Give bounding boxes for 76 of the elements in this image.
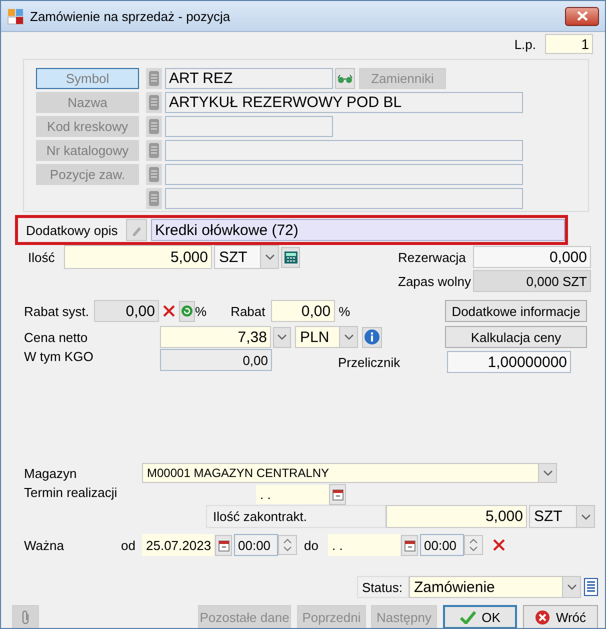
delete-icon[interactable] — [162, 304, 176, 318]
converter-field: 1,00000000 — [447, 351, 571, 373]
field-label: Termin realizacji — [24, 485, 118, 500]
chevron-down-icon[interactable] — [264, 254, 274, 260]
field-label: Ważna — [24, 538, 65, 552]
close-button[interactable] — [565, 6, 599, 26]
percent-sign: % — [195, 304, 207, 318]
date-field[interactable]: 25.07.2023 — [142, 534, 214, 556]
text-field[interactable]: ARTYKUŁ REZERWOWY POD BL — [165, 92, 523, 113]
field-label: Przelicznik — [338, 355, 402, 372]
contracted-quantity-field[interactable]: 5,000 — [386, 505, 527, 528]
chevron-down-icon[interactable] — [542, 470, 552, 476]
chevron-down-icon[interactable] — [566, 584, 576, 590]
refresh-icon[interactable] — [181, 305, 193, 317]
discount-field[interactable]: 0,00 — [270, 300, 335, 322]
field-label: Rabat — [230, 304, 266, 318]
kgo-field: 0,00 — [160, 349, 272, 371]
time-field[interactable]: 00:00 — [234, 534, 278, 556]
warehouse-dropdown[interactable]: M00001 MAGAZYN CENTRALNY — [142, 463, 557, 483]
field-label: Ilość — [28, 250, 56, 264]
text-field[interactable] — [165, 188, 523, 209]
info-icon[interactable] — [364, 329, 380, 345]
ok-button[interactable]: OK — [443, 605, 517, 628]
chevron-down-icon[interactable] — [580, 514, 590, 520]
window-title: Zamówienie na sprzedaż - pozycja — [30, 8, 230, 24]
field-label: Zapas wolny — [398, 274, 472, 288]
field-label: L.p. — [514, 36, 536, 52]
text-field[interactable] — [165, 140, 523, 161]
additional-info-button[interactable]: Dodatkowe informacje — [445, 300, 587, 322]
field-label: Status: — [357, 576, 409, 598]
price-calculation-button[interactable]: Kalkulacja ceny — [445, 326, 587, 348]
delete-icon[interactable] — [492, 538, 506, 552]
net-price-field[interactable]: 7,38 — [160, 326, 271, 348]
field-label: Cena netto — [24, 330, 89, 344]
close-icon — [576, 11, 588, 21]
calculator-icon[interactable] — [284, 250, 298, 264]
spinner-arrows-icon[interactable] — [283, 538, 292, 552]
field-label: Dodatkowy opis — [26, 222, 119, 238]
chevron-down-icon[interactable] — [344, 334, 354, 340]
reservation-field: 0,000 — [473, 246, 591, 268]
currency-dropdown[interactable]: PLN — [295, 326, 358, 348]
field-label: W tym KGO — [24, 349, 94, 364]
field-label: Rabat syst. — [24, 304, 90, 318]
text-field[interactable] — [165, 164, 523, 185]
chevron-down-icon[interactable] — [277, 334, 287, 340]
list-icon[interactable] — [584, 578, 598, 596]
status-dropdown[interactable]: Zamówienie — [409, 576, 581, 598]
glasses-icon[interactable] — [337, 74, 353, 84]
calendar-icon[interactable] — [404, 538, 416, 552]
back-button[interactable]: Wróć — [523, 605, 598, 628]
description-field[interactable]: Kredki ołówkowe (72) — [151, 219, 565, 241]
time-field[interactable]: 00:00 — [420, 534, 464, 556]
attachment-button[interactable] — [12, 605, 39, 628]
text-field[interactable] — [165, 116, 333, 137]
check-icon — [460, 610, 476, 624]
quantity-field[interactable]: 5,000 — [64, 245, 212, 269]
field-label: Magazyn — [24, 466, 78, 480]
date-field[interactable]: . . — [256, 485, 329, 504]
percent-sign: % — [338, 304, 350, 318]
app-icon — [7, 8, 24, 24]
unit-dropdown[interactable]: SZT — [529, 505, 595, 528]
field-label: Rezerwacja — [398, 250, 467, 264]
position-number-field[interactable]: 1 — [545, 34, 593, 54]
system-discount-field: 0,00 — [94, 300, 159, 322]
field-label: Ilość zakontrakt. — [206, 505, 386, 528]
cancel-icon — [534, 610, 550, 624]
calendar-icon[interactable] — [218, 538, 230, 552]
calendar-icon[interactable] — [332, 488, 344, 501]
spinner-arrows-icon[interactable] — [469, 538, 478, 552]
text-field[interactable]: ART REZ — [165, 68, 333, 89]
paperclip-icon — [20, 610, 32, 624]
unit-dropdown[interactable]: SZT — [214, 245, 279, 269]
date-field[interactable]: . . — [328, 534, 400, 556]
field-label: od — [121, 538, 136, 552]
field-label: do — [304, 538, 320, 552]
free-stock-field: 0,000 SZT — [473, 270, 591, 292]
